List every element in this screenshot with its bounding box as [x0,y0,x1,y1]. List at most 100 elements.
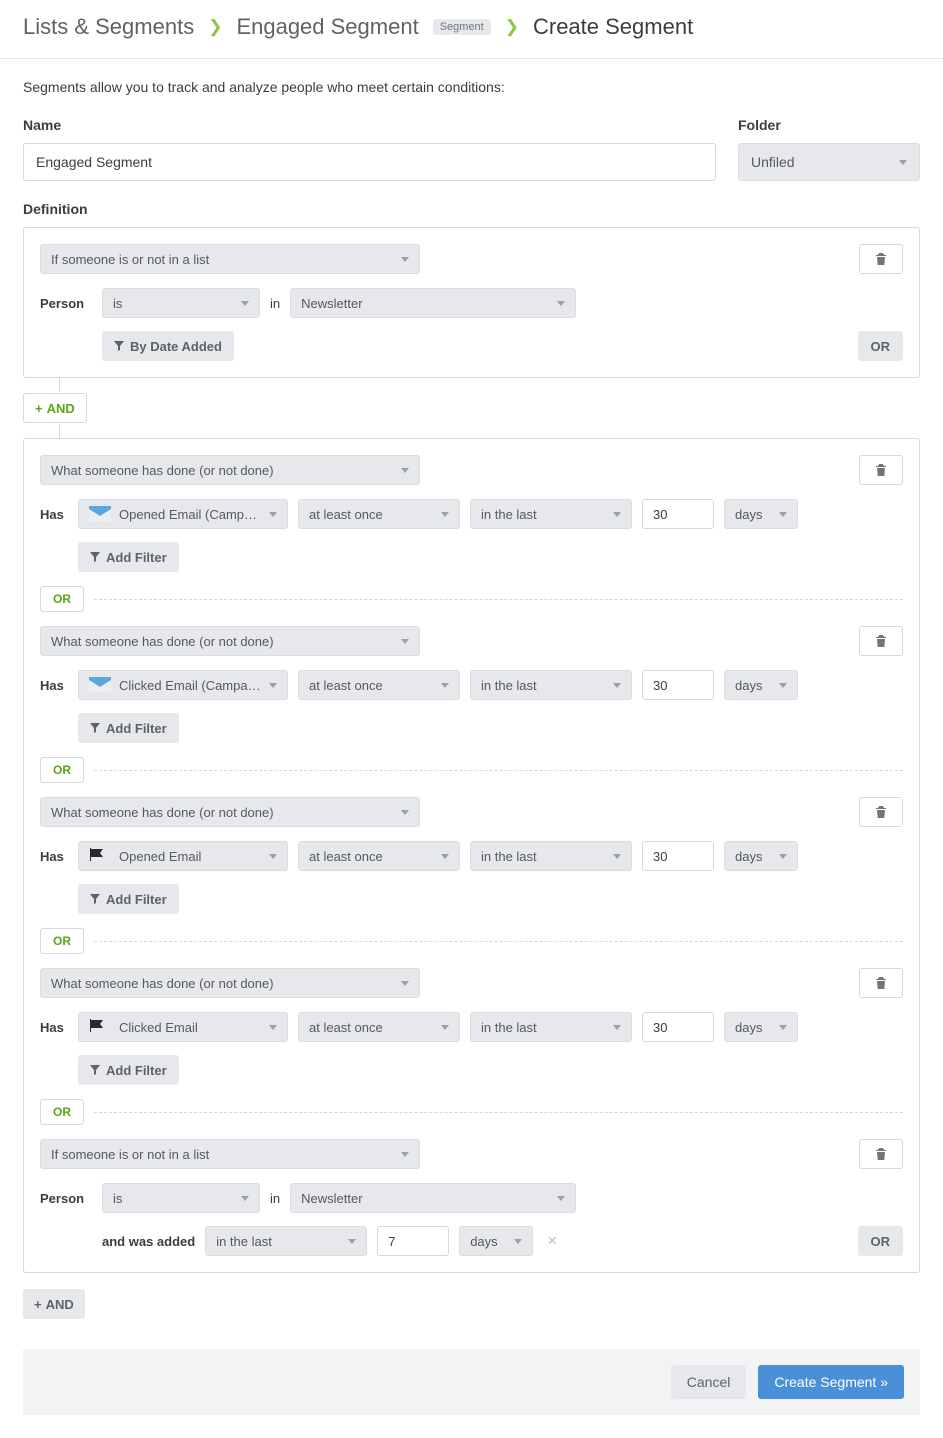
or-button[interactable]: OR [858,331,904,361]
footer-bar: Cancel Create Segment » [23,1349,920,1415]
and-label: AND [47,401,75,416]
delete-condition-button[interactable] [859,244,903,274]
chevron-down-icon [269,683,277,688]
chevron-down-icon [441,683,449,688]
timeframe-select[interactable]: in the last [470,499,632,529]
chevron-down-icon [613,1025,621,1030]
timeframe-value: in the last [481,678,537,693]
add-and-group-button[interactable]: + AND [23,1289,85,1319]
metric-select[interactable]: Clicked Email (Campaign) [78,670,288,700]
remove-date-filter-button[interactable]: × [543,1231,561,1251]
timeframe-value-input[interactable] [642,841,714,871]
or-button[interactable]: OR [40,757,84,783]
folder-select[interactable]: Unfiled [738,143,920,181]
chevron-down-icon [779,512,787,517]
date-added-unit-value: days [470,1234,497,1249]
condition-type-select[interactable]: What someone has done (or not done) [40,797,420,827]
breadcrumb-lists[interactable]: Lists & Segments [23,14,194,40]
frequency-select[interactable]: at least once [298,841,460,871]
condition-type-select[interactable]: What someone has done (or not done) [40,626,420,656]
unit-value: days [735,1020,762,1035]
condition-type-value: What someone has done (or not done) [51,805,274,820]
condition-type-select[interactable]: If someone is or not in a list [40,1139,420,1169]
person-op-select[interactable]: is [102,288,260,318]
unit-select[interactable]: days [724,1012,798,1042]
metric-select[interactable]: Clicked Email [78,1012,288,1042]
trash-icon [875,252,887,266]
condition-type-select[interactable]: What someone has done (or not done) [40,455,420,485]
delete-condition-button[interactable] [859,968,903,998]
dashed-line [94,770,903,771]
segment-name-input[interactable] [23,143,716,181]
chevron-down-icon [441,512,449,517]
list-select[interactable]: Newsletter [290,288,576,318]
add-filter-button[interactable]: Add Filter [78,542,179,572]
timeframe-value-input[interactable] [642,499,714,529]
or-button[interactable]: OR [40,1099,84,1125]
trash-icon [875,805,887,819]
chevron-down-icon [441,1025,449,1030]
timeframe-select[interactable]: in the last [470,670,632,700]
chevron-down-icon [348,1239,356,1244]
delete-condition-button[interactable] [859,797,903,827]
or-button[interactable]: OR [858,1226,904,1256]
by-date-added-button[interactable]: By Date Added [102,331,234,361]
or-separator: OR [40,928,903,954]
date-added-unit-select[interactable]: days [459,1226,533,1256]
add-filter-label: Add Filter [106,550,167,565]
chevron-down-icon [779,1025,787,1030]
unit-value: days [735,678,762,693]
chevron-down-icon [401,1152,409,1157]
by-date-added-label: By Date Added [130,339,222,354]
metric-select[interactable]: Opened Email [78,841,288,871]
person-op-value: is [113,296,122,311]
timeframe-select[interactable]: in the last [470,1012,632,1042]
unit-value: days [735,849,762,864]
person-op-select[interactable]: is [102,1183,260,1213]
date-added-timeframe-select[interactable]: in the last [205,1226,367,1256]
timeframe-value-input[interactable] [642,1012,714,1042]
timeframe-value-input[interactable] [642,670,714,700]
trash-icon [875,1147,887,1161]
metric-value: Opened Email (Campaign) [119,507,261,522]
create-segment-button[interactable]: Create Segment » [758,1365,904,1399]
chevron-down-icon [613,854,621,859]
list-select[interactable]: Newsletter [290,1183,576,1213]
delete-condition-button[interactable] [859,455,903,485]
condition-type-value: What someone has done (or not done) [51,634,274,649]
mail-icon [89,677,111,693]
date-added-value-input[interactable] [377,1226,449,1256]
or-button[interactable]: OR [40,928,84,954]
cancel-button[interactable]: Cancel [671,1365,747,1399]
delete-condition-button[interactable] [859,626,903,656]
add-filter-button[interactable]: Add Filter [78,1055,179,1085]
condition-type-select[interactable]: What someone has done (or not done) [40,968,420,998]
and-button[interactable]: + AND [23,393,87,423]
condition-type-value: If someone is or not in a list [51,1147,209,1162]
chevron-down-icon [899,160,907,165]
timeframe-select[interactable]: in the last [470,841,632,871]
has-label: Has [40,849,68,864]
unit-select[interactable]: days [724,670,798,700]
or-button[interactable]: OR [40,586,84,612]
plus-icon: + [35,401,43,416]
filter-icon [90,894,100,904]
frequency-value: at least once [309,849,383,864]
chevron-down-icon [613,512,621,517]
unit-select[interactable]: days [724,841,798,871]
chevron-down-icon [557,1196,565,1201]
folder-label: Folder [738,117,920,133]
unit-select[interactable]: days [724,499,798,529]
chevron-down-icon [269,854,277,859]
chevron-down-icon [401,468,409,473]
frequency-select[interactable]: at least once [298,670,460,700]
add-filter-button[interactable]: Add Filter [78,713,179,743]
timeframe-value: in the last [481,507,537,522]
add-filter-button[interactable]: Add Filter [78,884,179,914]
delete-condition-button[interactable] [859,1139,903,1169]
metric-select[interactable]: Opened Email (Campaign) [78,499,288,529]
breadcrumb-segment-name[interactable]: Engaged Segment [236,14,418,40]
frequency-select[interactable]: at least once [298,1012,460,1042]
frequency-select[interactable]: at least once [298,499,460,529]
condition-type-select[interactable]: If someone is or not in a list [40,244,420,274]
